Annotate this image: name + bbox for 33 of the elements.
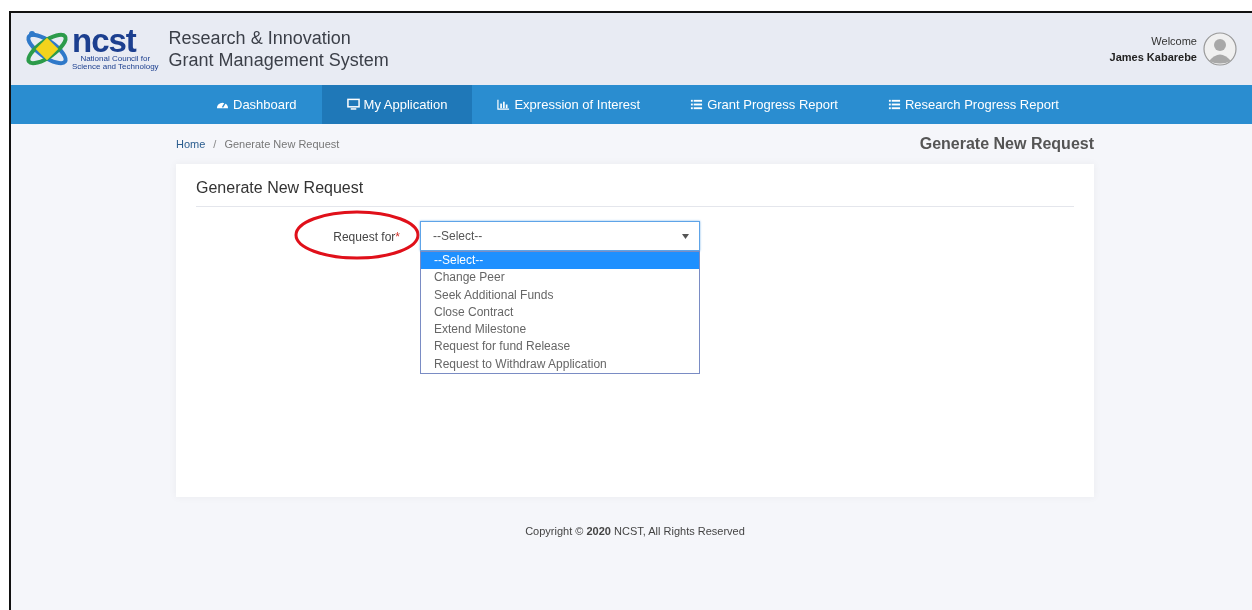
page-title: Generate New Request (919, 134, 1094, 154)
caret-icon (682, 233, 689, 239)
card-title: Generate New Request (196, 176, 1074, 207)
logo-text: ncst (72, 27, 137, 55)
nav-tab[interactable]: Grant Progress Report (665, 85, 863, 124)
nav-tab[interactable]: Research Progress Report (862, 85, 1084, 124)
copyright-text: Copyright © 2020 NCST, All Rights Reserved (524, 524, 746, 539)
breadcrumb-link[interactable]: Home (176, 135, 206, 153)
select-field[interactable]: --Select-- (420, 221, 700, 251)
dropdown-option[interactable]: Request for fund Release (421, 338, 699, 356)
user-name: James Kabarebe (1109, 50, 1197, 65)
dropdown-option[interactable]: Close Contract (421, 303, 699, 322)
field-label: Request for* (333, 229, 400, 246)
monitor-icon (346, 98, 360, 111)
nav-tab[interactable]: My Application (321, 85, 473, 124)
logo-caption: National Council for (79, 55, 152, 63)
logo-caption: Science and Technology (72, 63, 159, 71)
dropdown-option[interactable]: Extend Milestone (421, 321, 699, 339)
nav-tab[interactable]: Dashboard (191, 85, 322, 124)
breadcrumb-separator: / (213, 136, 217, 152)
list-icon (887, 98, 901, 111)
nav-tab[interactable]: Expression of Interest (472, 85, 666, 124)
welcome-text: Welcome (1150, 33, 1197, 49)
app-title: Research & Innovation (168, 27, 352, 49)
dropdown-option[interactable]: Seek Additional Funds (421, 286, 699, 304)
dropdown-option[interactable]: --Select-- (421, 252, 699, 270)
avatar-icon[interactable] (1203, 32, 1237, 66)
dropdown-option[interactable]: Request to Withdraw Application (421, 355, 699, 374)
app-title: Grant Management System (168, 49, 389, 71)
breadcrumb-current: Generate New Request (224, 136, 340, 152)
bar-chart-icon (497, 98, 511, 111)
list-icon (690, 98, 704, 111)
dropdown-option[interactable]: Change Peer (421, 269, 699, 287)
